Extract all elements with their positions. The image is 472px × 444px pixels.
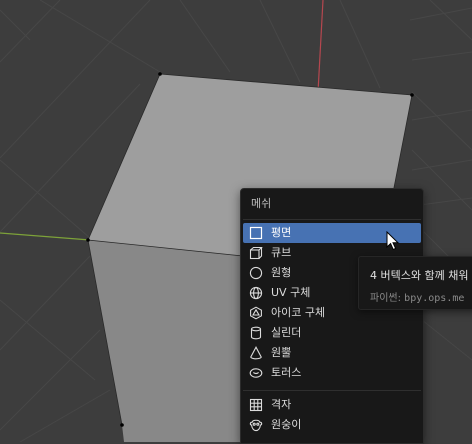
tooltip-python: 파이썬: bpy.ops.me: [370, 289, 464, 304]
menu-item-cone[interactable]: 원뿔: [243, 343, 421, 363]
menu-item-monkey[interactable]: 원숭이: [243, 415, 421, 435]
cube-vertex: [410, 93, 414, 97]
cube-vertex: [86, 238, 90, 242]
plane-icon: [249, 226, 263, 240]
tooltip-description: 4 버텍스와 함께 채워: [370, 269, 469, 282]
menu-item-grid[interactable]: 격자: [243, 395, 421, 415]
menu-item-label: 원형: [271, 266, 292, 279]
circle-icon: [249, 266, 263, 280]
menu-item-label: 평면: [271, 226, 292, 239]
cube-vertex: [158, 72, 162, 76]
menu-item-label: 원숭이: [271, 418, 302, 431]
cylinder-icon: [249, 326, 263, 340]
y-axis-line: [0, 232, 91, 241]
menu-item-label: 원뿔: [271, 346, 292, 359]
menu-item-torus[interactable]: 토러스: [243, 363, 421, 383]
torus-icon: [249, 366, 263, 380]
menu-title: 메쉬: [251, 197, 272, 210]
tooltip-python-value: bpy.ops.me: [404, 293, 465, 304]
cone-icon: [249, 346, 263, 360]
grid-icon: [249, 398, 263, 412]
add-mesh-menu: 메쉬 평면 큐브 원형 UV 구체 아이코 구체 실린더 원뿔 토러스 격자 원…: [240, 188, 424, 444]
cube-icon: [249, 246, 263, 260]
menu-item-label: 실린더: [271, 326, 302, 339]
menu-item-label: 격자: [271, 398, 292, 411]
menu-item-label: 토러스: [271, 366, 302, 379]
ico-sphere-icon: [249, 306, 263, 320]
operator-tooltip: 4 버텍스와 함께 채워 파이썬: bpy.ops.me: [358, 256, 472, 310]
mouse-pointer-icon: [386, 231, 400, 251]
menu-item-label: 큐브: [271, 246, 292, 259]
monkey-icon: [249, 418, 263, 432]
tooltip-python-label: 파이썬:: [370, 293, 401, 304]
menu-item-cylinder[interactable]: 실린더: [243, 323, 421, 343]
cube-vertex: [120, 423, 124, 427]
menu-item-label: UV 구체: [271, 286, 311, 299]
menu-item-label: 아이코 구체: [271, 306, 326, 319]
uv-sphere-icon: [249, 286, 263, 300]
